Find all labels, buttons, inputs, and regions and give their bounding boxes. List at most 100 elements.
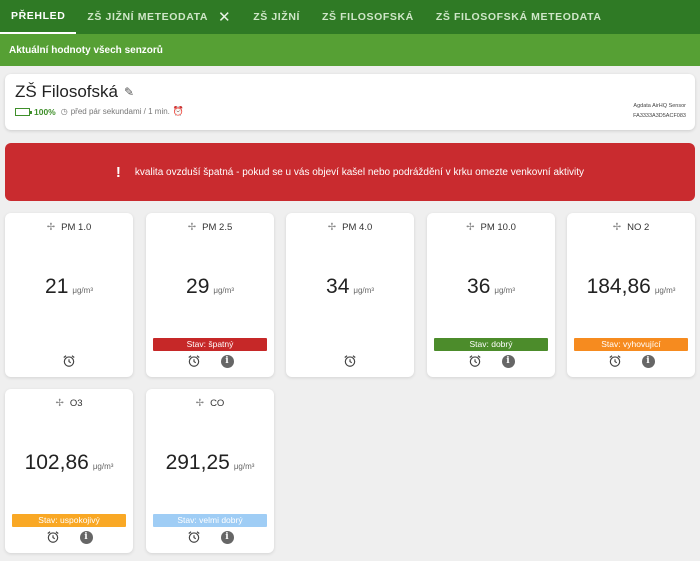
- tab-label: ZŠ FILOSOFSKÁ METEODATA: [435, 11, 602, 23]
- fan-icon: ✢: [327, 222, 337, 233]
- fan-icon: ✢: [187, 222, 197, 233]
- clock-icon: ◷: [60, 107, 68, 116]
- fan-icon: ✢: [46, 222, 56, 233]
- info-icon[interactable]: i: [220, 530, 234, 544]
- sensor-value: 36: [467, 275, 491, 298]
- sensor-name: PM 10.0: [480, 222, 516, 233]
- tab-bar: PŘEHLED ZŠ JIŽNÍ METEODATA ✕ ZŠ JIŽNÍ ZŠ …: [0, 0, 700, 34]
- alarm-clock-icon[interactable]: [187, 354, 201, 368]
- sensor-name: O3: [69, 398, 83, 409]
- exclamation-icon: !: [115, 163, 121, 181]
- sensor-unit: μg/m³: [494, 286, 515, 295]
- alarm-clock-icon[interactable]: [187, 530, 201, 544]
- sensor-title: ✢ O3: [5, 398, 133, 409]
- sensor-card-pm25: ✢ PM 2.5 29 μg/m³ Stav: špatný i: [146, 213, 274, 377]
- sensor-unit: μg/m³: [72, 286, 93, 295]
- sensor-value: 184,86: [586, 275, 651, 298]
- sensor-value-row: 184,86 μg/m³: [567, 275, 695, 299]
- info-icon[interactable]: i: [641, 354, 655, 368]
- sensor-value: 34: [326, 275, 350, 298]
- sensor-card-pm4: ✢ PM 4.0 34 μg/m³: [286, 213, 414, 377]
- device-meta: 100% ◷ před pár sekundami / 1 min. ⏰: [15, 106, 184, 117]
- sensor-title: ✢ NO 2: [567, 222, 695, 233]
- sensor-value: 29: [186, 275, 210, 298]
- sensor-actions: i: [146, 530, 274, 544]
- sensor-name: PM 1.0: [61, 222, 92, 233]
- battery-percent: 100%: [34, 106, 56, 117]
- close-icon[interactable]: ✕: [218, 8, 231, 26]
- sensor-name: PM 2.5: [202, 222, 233, 233]
- tab-zs-jizni-meteodata[interactable]: ZŠ JIŽNÍ METEODATA ✕: [76, 0, 242, 34]
- alarm-clock-icon[interactable]: [343, 354, 357, 368]
- status-badge: Stav: vyhovující: [574, 338, 688, 351]
- status-badge: Stav: uspokojivý: [12, 514, 126, 527]
- status-badge: Stav: dobrý: [434, 338, 548, 351]
- alarm-clock-icon[interactable]: [46, 530, 60, 544]
- info-icon[interactable]: i: [501, 354, 515, 368]
- sensor-value-row: 34 μg/m³: [286, 275, 414, 299]
- battery-icon: [15, 107, 32, 116]
- sensor-card-o3: ✢ O3 102,86 μg/m³ Stav: uspokojivý i: [5, 389, 133, 553]
- sensor-actions: i: [146, 354, 274, 368]
- fan-icon: ✢: [612, 222, 622, 233]
- sensor-card-no2: ✢ NO 2 184,86 μg/m³ Stav: vyhovující i: [567, 213, 695, 377]
- info-icon[interactable]: i: [79, 530, 93, 544]
- fan-icon: ✢: [195, 398, 205, 409]
- tab-label: ZŠ JIŽNÍ: [253, 11, 301, 23]
- section-title: Aktuální hodnoty všech senzorů: [9, 44, 163, 56]
- sensor-title: ✢ PM 10.0: [427, 222, 555, 233]
- air-quality-alert: ! kvalita ovzduší špatná - pokud se u vá…: [5, 143, 695, 201]
- section-toolbar: Aktuální hodnoty všech senzorů: [0, 34, 700, 66]
- tab-label: ZŠ JIŽNÍ METEODATA: [87, 11, 209, 23]
- sensor-actions: [5, 354, 133, 368]
- sensor-value-row: 29 μg/m³: [146, 275, 274, 299]
- device-card: ZŠ Filosofská ✎ 100% ◷ před pár sekundam…: [5, 74, 695, 130]
- sensor-actions: i: [5, 530, 133, 544]
- sensor-title: ✢ PM 1.0: [5, 222, 133, 233]
- sensor-unit: μg/m³: [92, 462, 114, 471]
- sensor-value-row: 36 μg/m³: [427, 275, 555, 299]
- sensor-card-co: ✢ CO 291,25 μg/m³ Stav: velmi dobrý i: [146, 389, 274, 553]
- device-name-row: ZŠ Filosofská ✎: [15, 82, 134, 102]
- alarm-clock-icon[interactable]: ⏰: [173, 106, 184, 117]
- sensor-name: NO 2: [627, 222, 650, 233]
- device-model: Agdata AirHQ Sensor: [633, 103, 686, 109]
- sensor-actions: i: [567, 354, 695, 368]
- tab-zs-filosofska[interactable]: ZŠ FILOSOFSKÁ: [311, 0, 425, 34]
- device-info: Agdata AirHQ Sensor FA3333A3D5ACF083: [633, 101, 686, 121]
- info-icon[interactable]: i: [220, 354, 234, 368]
- sensor-title: ✢ PM 2.5: [146, 222, 274, 233]
- device-name: ZŠ Filosofská: [15, 82, 118, 101]
- sensor-value-row: 21 μg/m³: [5, 275, 133, 299]
- sensor-name: CO: [210, 398, 225, 409]
- sensor-name: PM 4.0: [342, 222, 373, 233]
- tab-label: ZŠ FILOSOFSKÁ: [322, 11, 414, 23]
- alarm-clock-icon[interactable]: [62, 354, 76, 368]
- sensor-actions: i: [427, 354, 555, 368]
- sensor-card-pm10: ✢ PM 10.0 36 μg/m³ Stav: dobrý i: [427, 213, 555, 377]
- tab-label: PŘEHLED: [11, 10, 66, 22]
- tab-prehled[interactable]: PŘEHLED: [0, 0, 77, 34]
- alert-text: kvalita ovzduší špatná - pokud se u vás …: [134, 166, 585, 178]
- sensor-unit: μg/m³: [654, 286, 676, 295]
- pencil-icon[interactable]: ✎: [124, 85, 134, 99]
- sensor-unit: μg/m³: [353, 286, 374, 295]
- tab-zs-jizni[interactable]: ZŠ JIŽNÍ: [242, 0, 311, 34]
- fan-icon: ✢: [55, 398, 64, 409]
- last-update: před pár sekundami / 1 min.: [70, 107, 170, 116]
- sensor-value: 291,25: [165, 451, 230, 474]
- sensor-value-row: 102,86 μg/m³: [5, 451, 133, 475]
- device-serial: FA3333A3D5ACF083: [633, 113, 686, 119]
- sensor-value: 21: [45, 275, 69, 298]
- alarm-clock-icon[interactable]: [608, 354, 622, 368]
- sensor-value-row: 291,25 μg/m³: [146, 451, 274, 475]
- sensor-unit: μg/m³: [233, 462, 255, 471]
- sensor-unit: μg/m³: [213, 286, 234, 295]
- sensor-title: ✢ CO: [146, 398, 274, 409]
- tab-zs-filosofska-meteodata[interactable]: ZŠ FILOSOFSKÁ METEODATA: [425, 0, 613, 34]
- alarm-clock-icon[interactable]: [468, 354, 482, 368]
- status-badge: Stav: špatný: [153, 338, 267, 351]
- sensor-value: 102,86: [24, 451, 89, 474]
- sensor-actions: [286, 354, 414, 368]
- sensor-card-pm1: ✢ PM 1.0 21 μg/m³: [5, 213, 133, 377]
